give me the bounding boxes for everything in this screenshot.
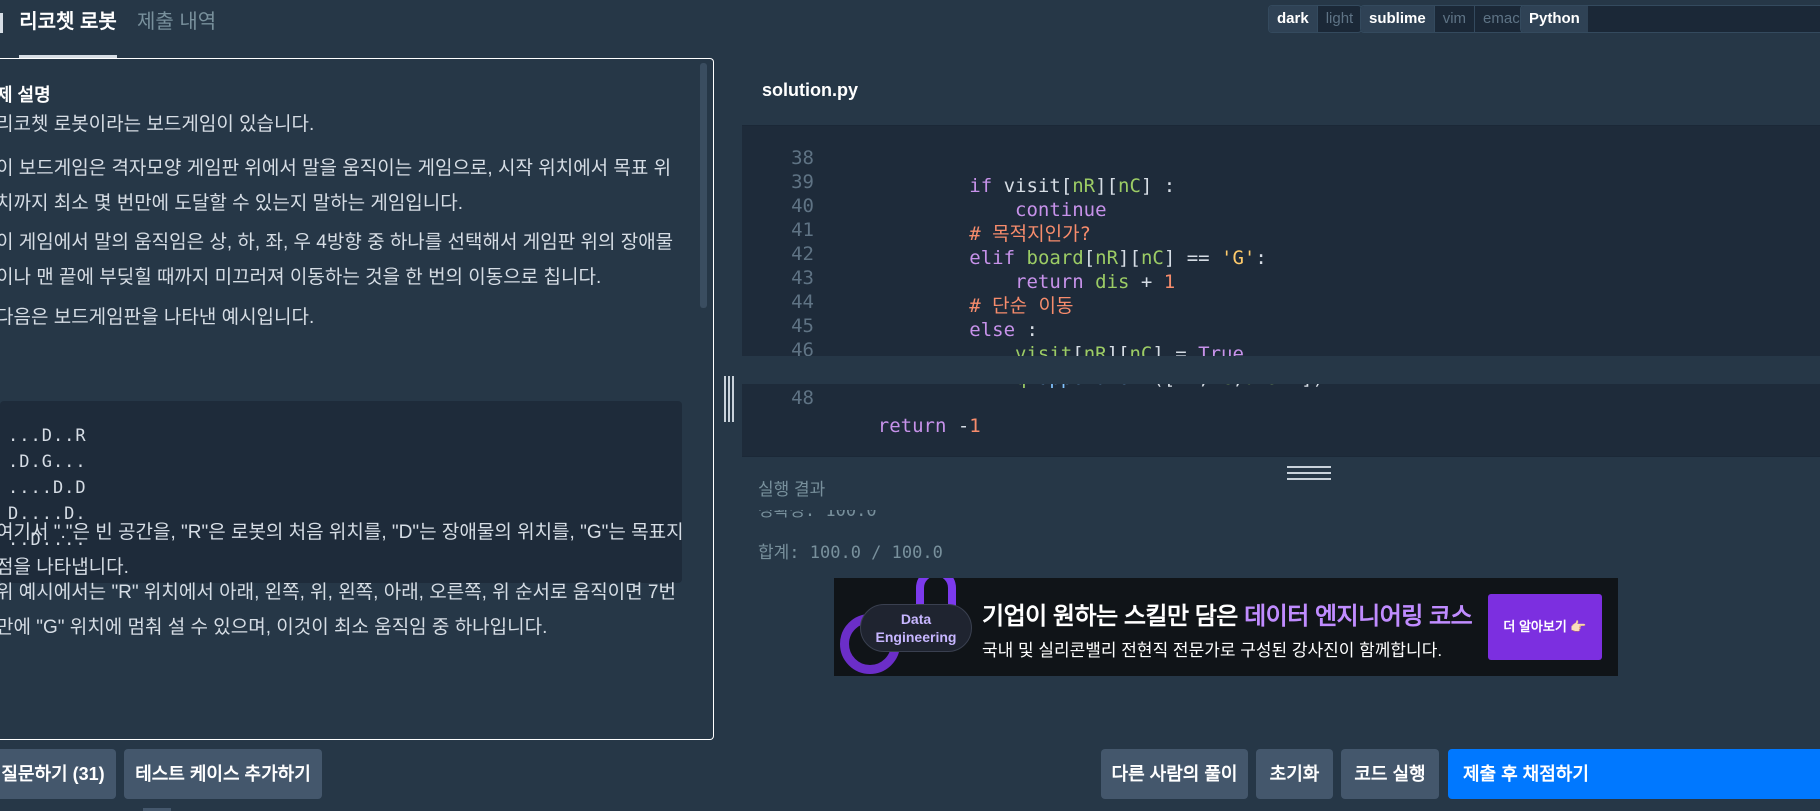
line-code: return -1 bbox=[877, 415, 981, 437]
board-row: ....D.D bbox=[8, 478, 87, 498]
ad-badge: Data Engineering bbox=[860, 604, 972, 652]
result-output: 정확성: 100.0 합계: 100.0 / 100.0 Data Engine… bbox=[742, 510, 1820, 740]
board-row: .D.G... bbox=[8, 452, 87, 472]
result-total: 합계: 100.0 / 100.0 bbox=[758, 543, 943, 563]
description-paragraph-4: 다음은 보드게임판을 나타낸 예시입니다. bbox=[0, 307, 315, 328]
vertical-splitter[interactable] bbox=[714, 58, 742, 740]
theme-toggle: dark light bbox=[1268, 5, 1363, 33]
result-header: 실행 결과 bbox=[742, 456, 1820, 516]
editor-panel: solution.py 38 if visit[nR][nC] : 39 con… bbox=[742, 58, 1820, 740]
keymap-toggle: sublime vim emacs bbox=[1360, 5, 1537, 33]
description-scrollbar[interactable] bbox=[700, 63, 707, 308]
keymap-sublime-option[interactable]: sublime bbox=[1361, 6, 1434, 32]
theme-light-option[interactable]: light bbox=[1316, 6, 1362, 32]
horizontal-splitter-grip-icon[interactable] bbox=[1287, 466, 1331, 480]
description-paragraph-6: 위 예시에서는 "R" 위치에서 아래, 왼쪽, 위, 왼쪽, 아래, 오른쪽,… bbox=[0, 582, 676, 638]
theme-dark-option[interactable]: dark bbox=[1269, 6, 1317, 32]
keymap-vim-option[interactable]: vim bbox=[1433, 6, 1474, 32]
description-paragraph-2: 이 보드게임은 격자모양 게임판 위에서 말을 움직이는 게임으로, 시작 위치… bbox=[0, 158, 672, 214]
description-paragraph-1: 리코쳇 로봇이라는 보드게임이 있습니다. bbox=[0, 114, 315, 135]
code-editor[interactable]: 38 if visit[nR][nC] : 39 continue 40 # 목… bbox=[742, 126, 1820, 442]
run-code-button[interactable]: 코드 실행 bbox=[1341, 749, 1439, 799]
splitter-grip-icon[interactable] bbox=[724, 376, 734, 422]
problem-description-panel[interactable]: 제 설명 리코쳇 로봇이라는 보드게임이 있습니다. 이 보드게임은 격자모양 … bbox=[0, 58, 714, 740]
language-selected-label: Python bbox=[1521, 6, 1588, 32]
result-title: 실행 결과 bbox=[758, 480, 826, 499]
ad-banner[interactable]: Data Engineering 기업이 원하는 스킬만 담은 데이터 엔지니어… bbox=[834, 578, 1618, 676]
line-number: 48 bbox=[791, 387, 814, 409]
tab-submissions[interactable]: 제출 내역 bbox=[137, 0, 216, 58]
result-line-partial: 정확성: 100.0 bbox=[758, 510, 877, 521]
file-header: solution.py bbox=[742, 58, 1820, 126]
tab-problem[interactable]: 리코쳇 로봇 bbox=[19, 0, 117, 58]
description-paragraph-3: 이 게임에서 말의 움직임은 상, 하, 좌, 우 4방향 중 하나를 선택해서… bbox=[0, 232, 674, 288]
add-test-case-button[interactable]: 테스트 케이스 추가하기 bbox=[124, 749, 322, 799]
tab-edge-marker bbox=[0, 13, 3, 33]
submit-button[interactable]: 제출 후 채점하기 bbox=[1448, 749, 1820, 799]
ask-question-button[interactable]: 질문하기 (31) bbox=[0, 749, 116, 799]
description-heading: 제 설명 bbox=[0, 85, 51, 105]
bottom-action-bar: 질문하기 (31) 테스트 케이스 추가하기 다른 사람의 풀이 초기화 코드 … bbox=[0, 740, 1820, 811]
ad-learn-more-button[interactable]: 더 알아보기 👉🏻 bbox=[1488, 594, 1602, 660]
others-solutions-button[interactable]: 다른 사람의 풀이 bbox=[1101, 749, 1248, 799]
ad-subtext: 국내 및 실리콘밸리 전현직 전문가로 구성된 강사진이 함께합니다. bbox=[982, 641, 1443, 660]
reset-button[interactable]: 초기화 bbox=[1256, 749, 1333, 799]
file-name: solution.py bbox=[762, 80, 858, 100]
board-row: ...D..R bbox=[8, 426, 87, 446]
top-bar: 리코쳇 로봇 제출 내역 dark light sublime vim emac… bbox=[0, 0, 1820, 58]
language-select[interactable]: Python bbox=[1520, 5, 1820, 33]
code-line-current: 48 return -1 bbox=[742, 356, 1820, 437]
ad-headline: 기업이 원하는 스킬만 담은 데이터 엔지니어링 코스 bbox=[982, 603, 1473, 630]
